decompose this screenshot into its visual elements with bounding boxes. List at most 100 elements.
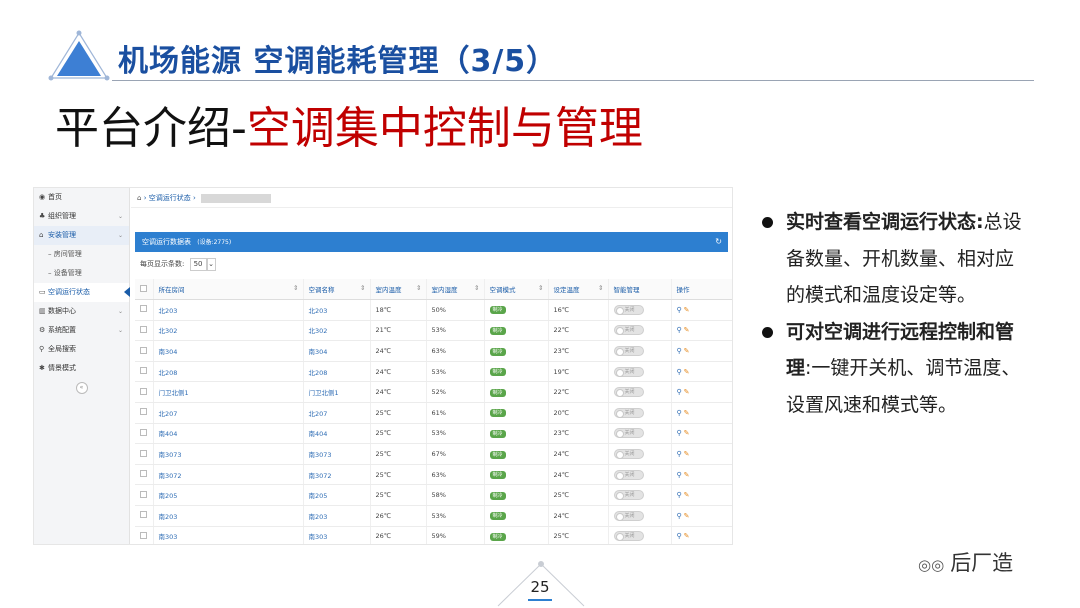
smart-toggle[interactable]: 关闭 bbox=[613, 490, 644, 501]
column-header[interactable]: 室内温度 ⇕ bbox=[370, 279, 427, 301]
view-icon[interactable]: ⚲ bbox=[677, 471, 682, 479]
sidebar-item[interactable]: ▭ 空调运行状态 bbox=[34, 283, 130, 302]
edit-icon[interactable]: ✎ bbox=[684, 347, 690, 355]
view-icon[interactable]: ⚲ bbox=[677, 532, 682, 540]
room-cell[interactable]: 南203 bbox=[153, 505, 304, 527]
ac-name-cell[interactable]: 北208 bbox=[303, 361, 371, 383]
edit-icon[interactable]: ✎ bbox=[684, 326, 690, 334]
view-icon[interactable]: ⚲ bbox=[677, 306, 682, 314]
smart-toggle[interactable]: 关闭 bbox=[613, 469, 644, 480]
smart-toggle[interactable]: 关闭 bbox=[613, 449, 644, 460]
sort-icon[interactable]: ⇕ bbox=[293, 284, 298, 292]
view-icon[interactable]: ⚲ bbox=[677, 491, 682, 499]
row-checkbox[interactable] bbox=[140, 346, 147, 354]
sort-icon[interactable]: ⇕ bbox=[474, 284, 479, 292]
smart-toggle[interactable]: 关闭 bbox=[613, 346, 644, 357]
chevron-down-icon[interactable]: ⌄ bbox=[206, 258, 216, 271]
sort-icon[interactable]: ⇕ bbox=[538, 284, 543, 292]
column-header[interactable]: 智能管理 bbox=[608, 279, 672, 301]
row-checkbox[interactable] bbox=[140, 428, 147, 436]
row-checkbox[interactable] bbox=[140, 449, 147, 457]
smart-toggle[interactable]: 关闭 bbox=[613, 325, 644, 336]
smart-toggle[interactable]: 关闭 bbox=[613, 510, 644, 521]
edit-icon[interactable]: ✎ bbox=[684, 306, 690, 314]
room-cell[interactable]: 北207 bbox=[153, 402, 304, 424]
view-icon[interactable]: ⚲ bbox=[677, 326, 682, 334]
room-cell[interactable]: 南304 bbox=[153, 340, 304, 362]
sidebar-item[interactable]: – 设备管理 bbox=[34, 264, 129, 283]
row-checkbox[interactable] bbox=[140, 531, 147, 539]
refresh-icon[interactable]: ↻ bbox=[715, 232, 722, 252]
row-checkbox[interactable] bbox=[140, 470, 147, 478]
view-icon[interactable]: ⚲ bbox=[677, 409, 682, 417]
sidebar-item[interactable]: ▥ 数据中心 ⌄ bbox=[34, 302, 129, 321]
sidebar-item[interactable]: ✱ 情景模式 bbox=[34, 359, 129, 378]
sidebar-item[interactable]: ⚙ 系统配置 ⌄ bbox=[34, 321, 129, 340]
view-icon[interactable]: ⚲ bbox=[677, 429, 682, 437]
edit-icon[interactable]: ✎ bbox=[684, 409, 690, 417]
row-checkbox[interactable] bbox=[140, 325, 147, 333]
sidebar-item[interactable]: ♣ 组织管理 ⌄ bbox=[34, 207, 129, 226]
column-header[interactable]: 设定温度 ⇕ bbox=[548, 279, 609, 301]
ac-name-cell[interactable]: 南404 bbox=[303, 423, 371, 445]
select-all-checkbox[interactable] bbox=[140, 284, 147, 292]
row-checkbox[interactable] bbox=[140, 367, 147, 375]
view-icon[interactable]: ⚲ bbox=[677, 450, 682, 458]
sidebar-item[interactable]: – 房间管理 bbox=[34, 245, 129, 264]
column-header[interactable]: 空调模式 ⇕ bbox=[484, 279, 549, 301]
smart-toggle[interactable]: 关闭 bbox=[613, 407, 644, 418]
edit-icon[interactable]: ✎ bbox=[684, 450, 690, 458]
smart-toggle[interactable]: 关闭 bbox=[613, 531, 644, 542]
edit-icon[interactable]: ✎ bbox=[684, 429, 690, 437]
ac-name-cell[interactable]: 南3073 bbox=[303, 443, 371, 465]
ac-name-cell[interactable]: 北203 bbox=[303, 299, 371, 321]
ac-name-cell[interactable]: 南3072 bbox=[303, 464, 371, 486]
collapse-icon[interactable]: « bbox=[75, 382, 88, 394]
sidebar-item[interactable]: ⌂ 安装管理 ⌄ bbox=[34, 226, 129, 245]
smart-toggle[interactable]: 关闭 bbox=[613, 428, 644, 439]
edit-icon[interactable]: ✎ bbox=[684, 368, 690, 376]
sidebar-item[interactable]: ⚲ 全局搜索 bbox=[34, 340, 129, 359]
row-checkbox[interactable] bbox=[140, 387, 147, 395]
per-page-select[interactable]: 50 bbox=[189, 258, 207, 271]
room-cell[interactable]: 门卫北侧1 bbox=[153, 381, 304, 404]
edit-icon[interactable]: ✎ bbox=[684, 388, 690, 396]
sidebar-item[interactable]: ◉ 首页 bbox=[34, 188, 129, 207]
ac-name-cell[interactable]: 门卫北侧1 bbox=[303, 381, 371, 404]
ac-name-cell[interactable]: 北302 bbox=[303, 320, 371, 342]
view-icon[interactable]: ⚲ bbox=[677, 388, 682, 396]
room-cell[interactable]: 南404 bbox=[153, 423, 304, 445]
home-icon[interactable]: ⌂ bbox=[137, 194, 141, 202]
edit-icon[interactable]: ✎ bbox=[684, 532, 690, 540]
ac-name-cell[interactable]: 南303 bbox=[303, 526, 371, 544]
row-checkbox[interactable] bbox=[140, 305, 147, 313]
row-checkbox[interactable] bbox=[140, 511, 147, 519]
room-cell[interactable]: 南303 bbox=[153, 526, 304, 544]
row-checkbox[interactable] bbox=[140, 408, 147, 416]
view-icon[interactable]: ⚲ bbox=[677, 368, 682, 376]
room-cell[interactable]: 北203 bbox=[153, 299, 304, 321]
sort-icon[interactable]: ⇕ bbox=[360, 284, 365, 292]
ac-name-cell[interactable]: 南304 bbox=[303, 340, 371, 362]
ac-name-cell[interactable]: 南205 bbox=[303, 484, 371, 507]
room-cell[interactable]: 南205 bbox=[153, 484, 304, 507]
edit-icon[interactable]: ✎ bbox=[684, 491, 690, 499]
room-cell[interactable]: 南3073 bbox=[153, 443, 304, 465]
row-checkbox[interactable] bbox=[140, 490, 147, 498]
smart-toggle[interactable]: 关闭 bbox=[613, 366, 644, 377]
column-header[interactable]: 操作 bbox=[671, 279, 732, 301]
smart-toggle[interactable]: 关闭 bbox=[613, 304, 644, 315]
column-header[interactable]: 空调名称 ⇕ bbox=[303, 279, 371, 301]
room-cell[interactable]: 南3072 bbox=[153, 464, 304, 486]
edit-icon[interactable]: ✎ bbox=[684, 471, 690, 479]
sort-icon[interactable]: ⇕ bbox=[598, 284, 603, 292]
breadcrumb-item[interactable]: 空调运行状态 bbox=[149, 194, 191, 202]
room-cell[interactable]: 北208 bbox=[153, 361, 304, 383]
room-cell[interactable]: 北302 bbox=[153, 320, 304, 342]
ac-name-cell[interactable]: 北207 bbox=[303, 402, 371, 424]
view-icon[interactable]: ⚲ bbox=[677, 512, 682, 520]
ac-name-cell[interactable]: 南203 bbox=[303, 505, 371, 527]
column-header[interactable]: 所在房间 ⇕ bbox=[153, 279, 304, 301]
smart-toggle[interactable]: 关闭 bbox=[613, 387, 644, 398]
column-header[interactable]: 室内湿度 ⇕ bbox=[426, 279, 485, 301]
